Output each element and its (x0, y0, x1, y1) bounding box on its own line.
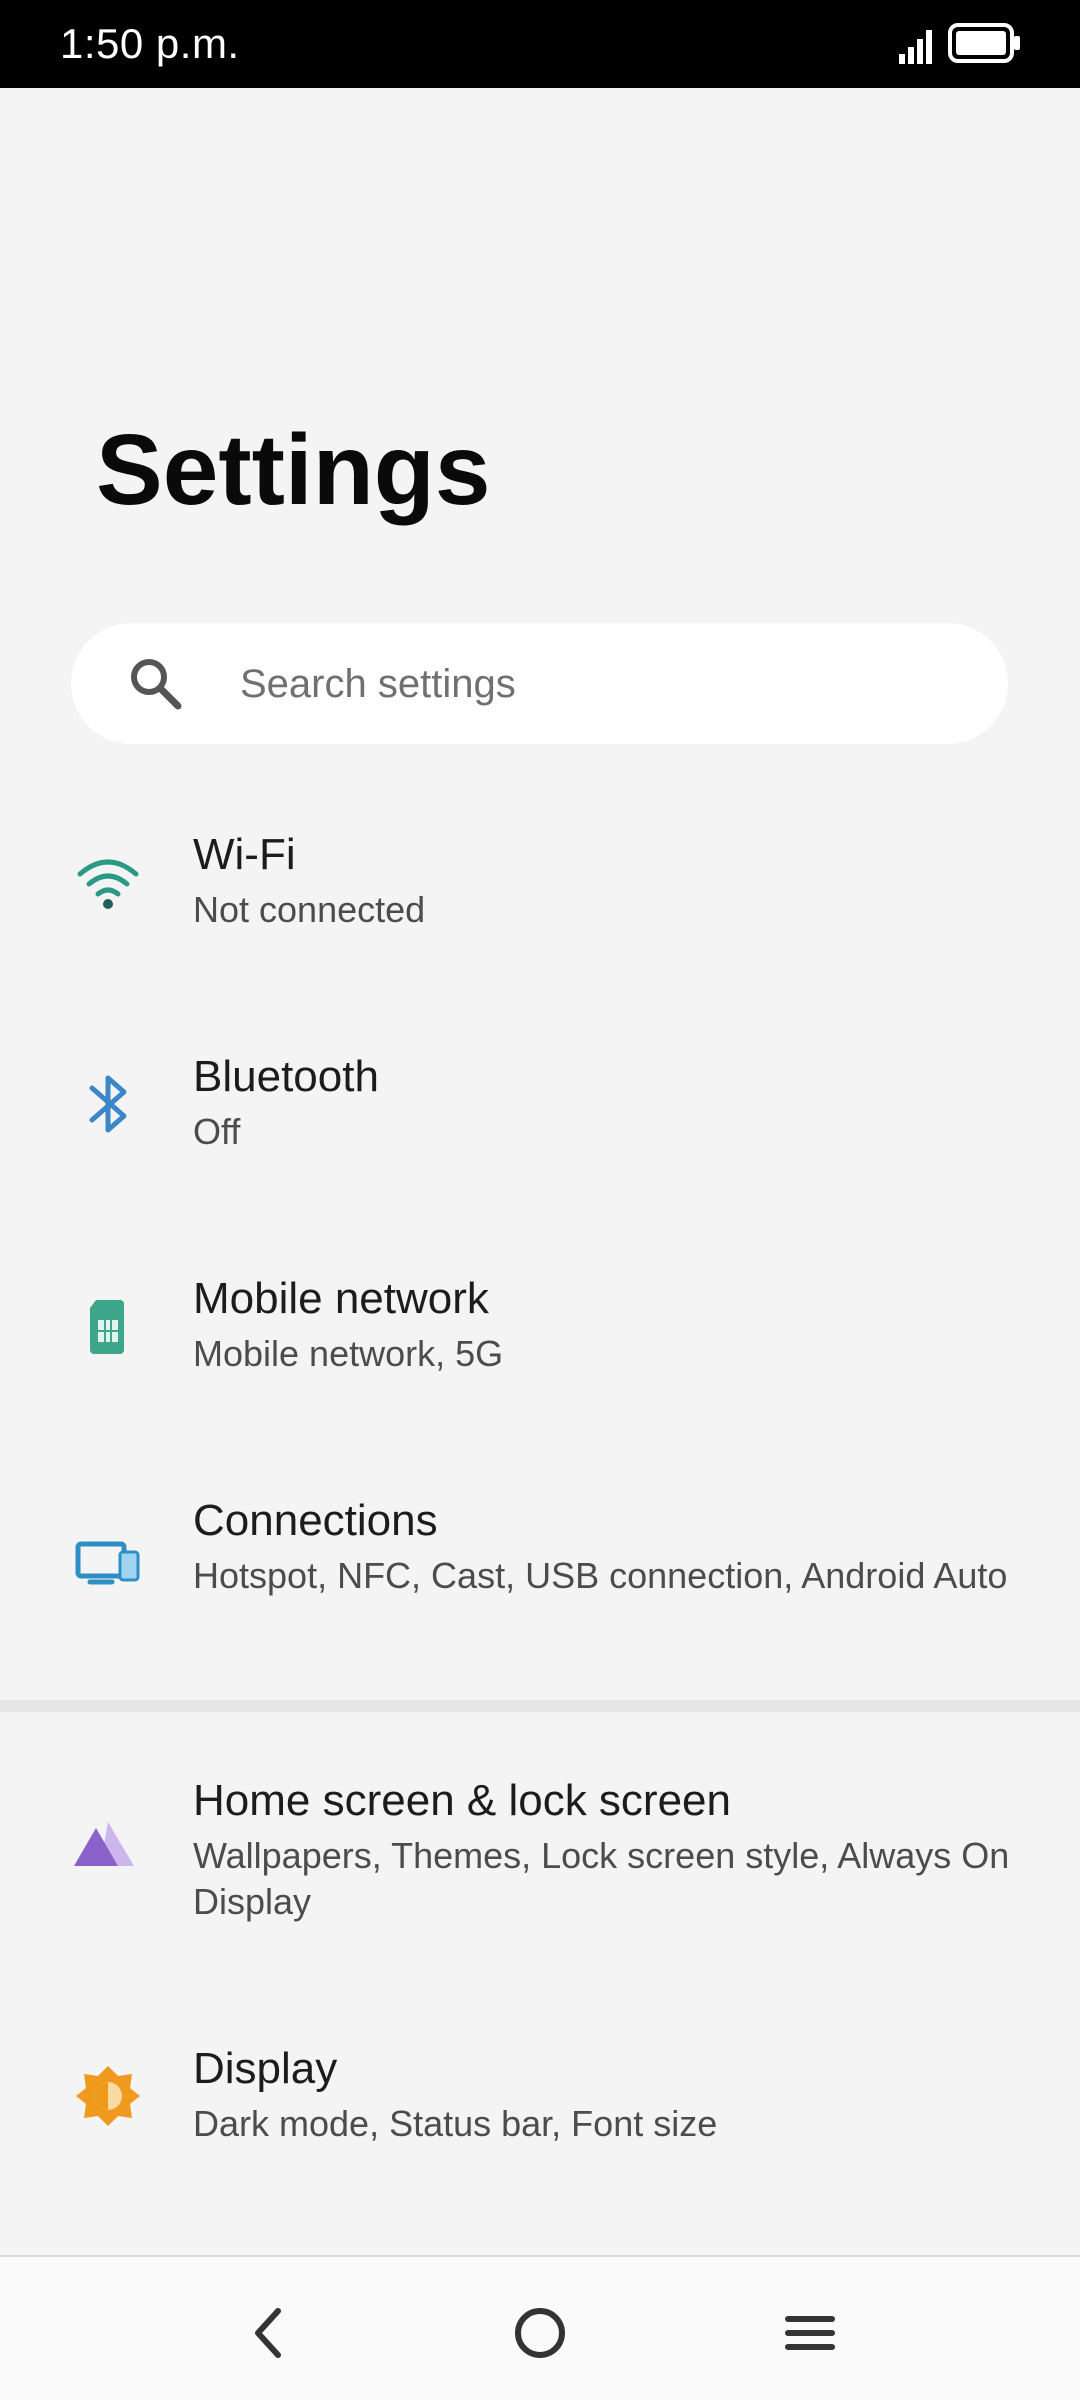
page-title: Settings (96, 414, 491, 526)
settings-item-subtitle: Not connected (193, 889, 426, 930)
section-divider (0, 1700, 1080, 1712)
settings-item-home-lock-screen[interactable]: Home screen & lock screen Wallpapers, Th… (0, 1754, 1080, 1954)
battery-icon (948, 23, 1020, 63)
settings-item-display[interactable]: Display Dark mode, Status bar, Font size (0, 2022, 1080, 2172)
wifi-icon (77, 859, 139, 909)
settings-item-wifi[interactable]: Wi-Fi Not connected (0, 808, 1080, 958)
search-input[interactable]: Search settings (71, 623, 1008, 744)
home-icon[interactable] (500, 2293, 580, 2373)
settings-item-subtitle: Wallpapers, Themes, Lock screen style, A… (193, 1835, 1010, 1922)
settings-item-title: Connections (193, 1496, 438, 1545)
settings-item-title: Display (193, 2044, 338, 2093)
navigation-bar (0, 2255, 1080, 2400)
settings-item-title: Bluetooth (193, 1052, 379, 1101)
sim-card-icon (90, 1300, 124, 1354)
brightness-icon (76, 2066, 140, 2126)
settings-item-title: Mobile network (193, 1274, 489, 1323)
settings-item-connections[interactable]: Connections Hotspot, NFC, Cast, USB conn… (0, 1474, 1080, 1674)
back-icon[interactable] (228, 2293, 308, 2373)
settings-item-subtitle: Dark mode, Status bar, Font size (193, 2103, 718, 2144)
menu-icon[interactable] (770, 2293, 850, 2373)
settings-item-subtitle: Mobile network, 5G (193, 1333, 504, 1374)
status-bar: 1:50 p.m. (0, 0, 1080, 88)
settings-item-subtitle: Hotspot, NFC, Cast, USB connection, Andr… (193, 1555, 1008, 1596)
devices-icon (75, 1541, 140, 1585)
settings-item-bluetooth[interactable]: Bluetooth Off (0, 1030, 1080, 1180)
settings-item-mobile-network[interactable]: Mobile network Mobile network, 5G (0, 1252, 1080, 1402)
bluetooth-icon (89, 1075, 127, 1133)
wallpaper-icon (74, 1822, 134, 1866)
status-time: 1:50 p.m. (60, 20, 240, 67)
settings-item-subtitle: Off (193, 1111, 241, 1152)
signal-strength-icon (899, 30, 932, 64)
search-icon (131, 659, 182, 710)
settings-item-title: Wi-Fi (193, 830, 296, 879)
settings-item-title: Home screen & lock screen (193, 1776, 731, 1825)
search-placeholder: Search settings (240, 662, 516, 706)
